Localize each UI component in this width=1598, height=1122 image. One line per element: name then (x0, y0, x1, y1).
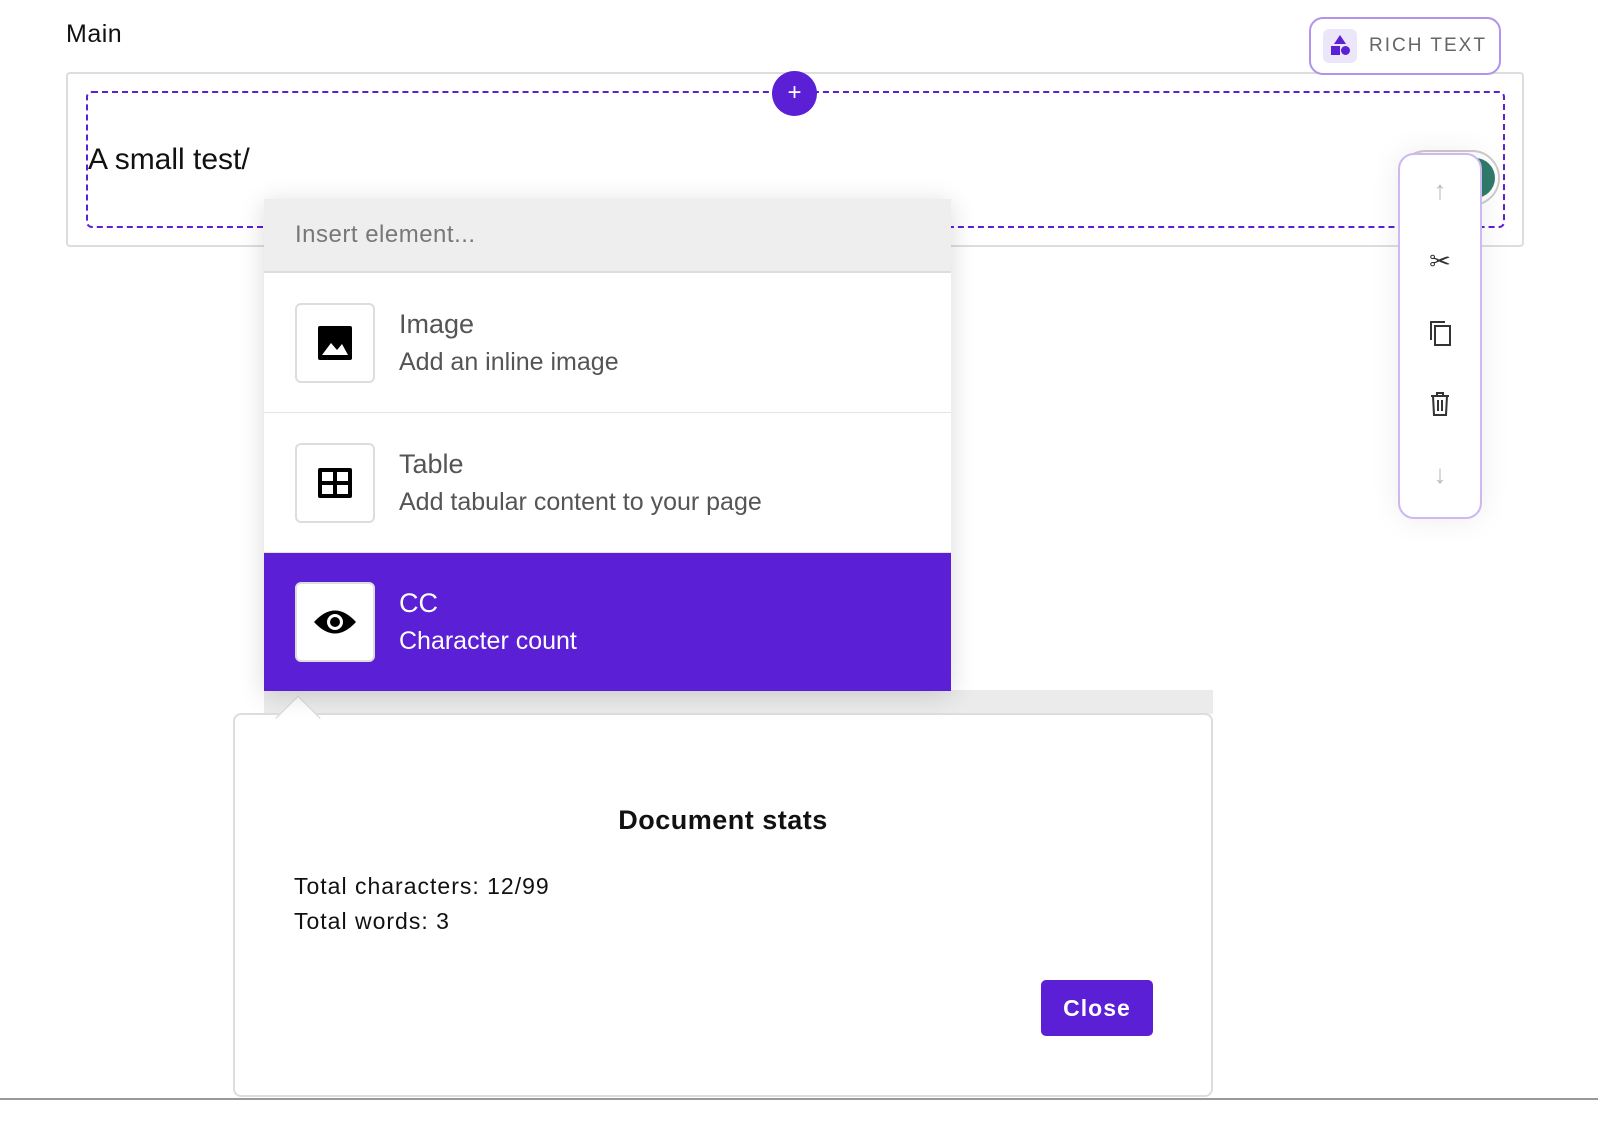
item-description: Add an inline image (399, 347, 619, 376)
rich-text-badge[interactable]: RICH TEXT (1309, 17, 1501, 75)
item-description: Add tabular content to your page (399, 487, 762, 516)
total-characters: Total characters: 12/99 (294, 873, 550, 899)
shapes-icon (1323, 29, 1357, 63)
editor-text[interactable]: A small test/ (88, 143, 250, 177)
close-button[interactable]: Close (1041, 980, 1153, 1036)
eye-icon (295, 582, 375, 662)
divider (0, 1098, 1598, 1100)
delete-icon[interactable] (1400, 368, 1480, 439)
image-icon (295, 302, 375, 383)
item-title: Table (399, 448, 464, 479)
popover-title: Document stats (618, 805, 828, 835)
menu-item-cc[interactable]: CC Character count (264, 553, 951, 691)
total-words: Total words: 3 (294, 908, 450, 934)
cut-icon[interactable]: ✂ (1400, 226, 1480, 297)
item-title: CC (399, 588, 438, 618)
badge-label: RICH TEXT (1369, 35, 1487, 56)
popover-backdrop (264, 690, 1213, 714)
move-down-icon[interactable]: ↓ (1400, 439, 1480, 510)
table-icon (295, 442, 375, 523)
item-title: Image (399, 308, 475, 339)
insert-search-input[interactable]: Insert element... (264, 199, 951, 273)
menu-item-image[interactable]: Image Add an inline image (264, 273, 951, 413)
block-toolbar: ↑ ✂ ↓ (1398, 153, 1482, 519)
insert-element-menu: Insert element... Image Add an inline ima… (264, 199, 951, 691)
item-description: Character count (399, 627, 577, 655)
field-label: Main (66, 20, 123, 48)
move-up-icon[interactable]: ↑ (1400, 155, 1480, 226)
document-stats-popover (233, 713, 1213, 1097)
add-block-button[interactable]: + (772, 71, 817, 116)
copy-icon[interactable] (1400, 297, 1480, 368)
menu-item-table[interactable]: Table Add tabular content to your page (264, 413, 951, 553)
